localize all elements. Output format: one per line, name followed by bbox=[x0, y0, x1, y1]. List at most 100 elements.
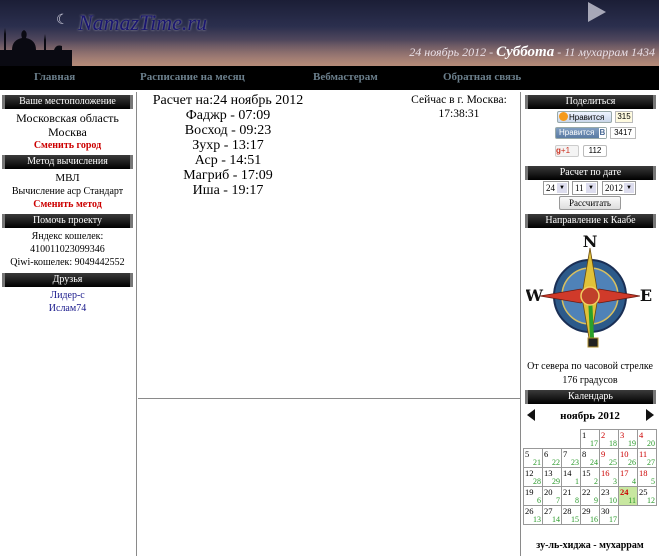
hijri-day: 25 bbox=[609, 458, 617, 467]
calendar-day[interactable]: 1 17 bbox=[580, 429, 600, 449]
prev-month-icon[interactable] bbox=[527, 409, 535, 421]
calendar-day[interactable]: 30 17 bbox=[599, 505, 619, 525]
play-icon[interactable] bbox=[588, 2, 606, 22]
calendar-day[interactable]: 4 20 bbox=[637, 429, 657, 449]
current-time: 17:38:31 bbox=[438, 108, 480, 120]
calendar-day[interactable]: 15 2 bbox=[580, 467, 600, 487]
calendar-empty-cell bbox=[638, 506, 657, 525]
vk-like-count: 3417 bbox=[610, 127, 636, 139]
header-date: 24 ноябрь 2012 - Суббота - 11 мухаррам 1… bbox=[409, 44, 655, 61]
calendar-day-today[interactable]: 24 11 bbox=[618, 486, 638, 506]
hijri-day: 18 bbox=[609, 439, 617, 448]
calendar-day[interactable]: 218 bbox=[561, 486, 581, 506]
change-city-link[interactable]: Сменить город bbox=[2, 140, 133, 151]
calendar-day[interactable]: 29 16 bbox=[580, 505, 600, 525]
nav-feedback[interactable]: Обратная связь bbox=[443, 71, 521, 83]
qiwi-wallet: Qiwi-кошелек: 9049442552 bbox=[10, 257, 125, 268]
hijri-day: 15 bbox=[571, 515, 579, 524]
gregorian-day: 15 bbox=[582, 468, 591, 478]
hijri-day: 28 bbox=[533, 477, 541, 486]
time-dhuhr: Зухр - 13:17 bbox=[192, 138, 264, 153]
hijri-day: 8 bbox=[575, 496, 579, 505]
calendar-day[interactable]: 26 13 bbox=[523, 505, 543, 525]
header-date-hijri: - 11 мухаррам 1434 bbox=[554, 45, 655, 59]
site-header: ☾ NamazTime.ru 24 ноябрь 2012 - Суббота … bbox=[0, 0, 659, 66]
hijri-day: 11 bbox=[628, 496, 636, 505]
calendar-day[interactable]: 14 1 bbox=[561, 467, 581, 487]
qibla-header: Направление к Каабе bbox=[525, 214, 656, 228]
location-header: Ваше местоположение bbox=[2, 95, 133, 109]
hijri-day: 26 bbox=[628, 458, 636, 467]
calendar-grid: 1 17 2 18 3 19 4 20 5 21 6 22 7 23 8 24 9 25 10 26 11 27 12 28 1… bbox=[523, 429, 657, 525]
hijri-day: 4 bbox=[632, 477, 636, 486]
method-header: Метод вычисления bbox=[2, 155, 133, 169]
google-plus-count: 112 bbox=[583, 145, 607, 157]
gregorian-day: 14 bbox=[563, 468, 572, 478]
hijri-day: 2 bbox=[594, 477, 598, 486]
google-plus-button[interactable]: g+1 bbox=[555, 145, 579, 157]
calendar-day[interactable]: 9 25 bbox=[599, 448, 619, 468]
calendar-empty-cell bbox=[619, 506, 638, 525]
calculate-button[interactable]: Рассчитать bbox=[559, 196, 621, 210]
change-method-link[interactable]: Сменить метод bbox=[2, 199, 133, 210]
nav-webmasters[interactable]: Вебмастерам bbox=[313, 71, 378, 83]
calendar-day[interactable]: 28 15 bbox=[561, 505, 581, 525]
calendar-day[interactable]: 25 12 bbox=[637, 486, 657, 506]
calendar-day[interactable]: 8 24 bbox=[580, 448, 600, 468]
share-header: Поделиться bbox=[525, 95, 656, 109]
gregorian-day: 4 bbox=[639, 430, 644, 440]
year-select[interactable]: 2012 ▼ bbox=[602, 181, 636, 195]
hijri-day: 22 bbox=[552, 458, 560, 467]
calendar-header: Календарь bbox=[525, 390, 656, 404]
calendar-day[interactable]: 23 10 bbox=[599, 486, 619, 506]
calendar-day[interactable]: 13 29 bbox=[542, 467, 562, 487]
calendar-day[interactable]: 27 14 bbox=[542, 505, 562, 525]
calendar-day[interactable]: 12 28 bbox=[523, 467, 543, 487]
month-select[interactable]: 11 ▼ bbox=[572, 181, 598, 195]
asr-method: Вычисление аср Стандарт bbox=[11, 186, 124, 197]
hijri-day: 24 bbox=[590, 458, 598, 467]
next-month-icon[interactable] bbox=[646, 409, 654, 421]
gregorian-day: 18 bbox=[639, 468, 648, 478]
vk-like-button[interactable]: Нравится В bbox=[555, 127, 607, 139]
friend-link-lider[interactable]: Лидер-с bbox=[2, 290, 133, 301]
day-select[interactable]: 24 ▼ bbox=[543, 181, 569, 195]
hijri-day: 9 bbox=[594, 496, 598, 505]
calendar-day[interactable]: 5 21 bbox=[523, 448, 543, 468]
hijri-day: 13 bbox=[533, 515, 541, 524]
yandex-wallet-number: 410011023099346 bbox=[30, 244, 105, 255]
calendar-day[interactable]: 6 22 bbox=[542, 448, 562, 468]
prayer-times-block: Расчет на:24 ноябрь 2012 Фаджр - 07:09 В… bbox=[138, 93, 318, 198]
calendar-day[interactable]: 18 5 bbox=[637, 467, 657, 487]
gregorian-day: 8 bbox=[582, 449, 587, 459]
hijri-day: 12 bbox=[647, 496, 655, 505]
calendar-day[interactable]: 16 3 bbox=[599, 467, 619, 487]
chevron-down-icon: ▼ bbox=[557, 183, 567, 193]
friends-header: Друзья bbox=[2, 273, 133, 287]
nav-home[interactable]: Главная bbox=[34, 71, 75, 83]
calendar-day[interactable]: 22 9 bbox=[580, 486, 600, 506]
calendar-day[interactable]: 19 6 bbox=[523, 486, 543, 506]
current-city-label: Сейчас в г. Москва: bbox=[411, 94, 507, 106]
site-logo[interactable]: NamazTime.ru bbox=[78, 10, 207, 36]
calendar-day[interactable]: 17 4 bbox=[618, 467, 638, 487]
ok-like-button[interactable]: Нравится bbox=[557, 111, 612, 123]
gregorian-day: 19 bbox=[525, 487, 534, 497]
gregorian-day: 2 bbox=[601, 430, 606, 440]
calendar-day[interactable]: 3 19 bbox=[618, 429, 638, 449]
hijri-day: 6 bbox=[537, 496, 541, 505]
gregorian-day: 5 bbox=[525, 449, 530, 459]
gregorian-day: 21 bbox=[563, 487, 572, 497]
calendar-day[interactable]: 7 23 bbox=[561, 448, 581, 468]
gregorian-day: 1 bbox=[582, 430, 587, 440]
hijri-day: 23 bbox=[571, 458, 579, 467]
time-maghrib: Магриб - 17:09 bbox=[183, 168, 273, 183]
nav-monthly-schedule[interactable]: Расписание на месяц bbox=[140, 71, 245, 83]
calendar-day[interactable]: 11 27 bbox=[637, 448, 657, 468]
main-content-divider bbox=[138, 398, 520, 399]
calendar-day[interactable]: 10 26 bbox=[618, 448, 638, 468]
calendar-day[interactable]: 20 7 bbox=[542, 486, 562, 506]
calendar-day[interactable]: 218 bbox=[599, 429, 619, 449]
gregorian-day: 22 bbox=[582, 487, 591, 497]
friend-link-islam74[interactable]: Ислам74 bbox=[2, 303, 133, 314]
